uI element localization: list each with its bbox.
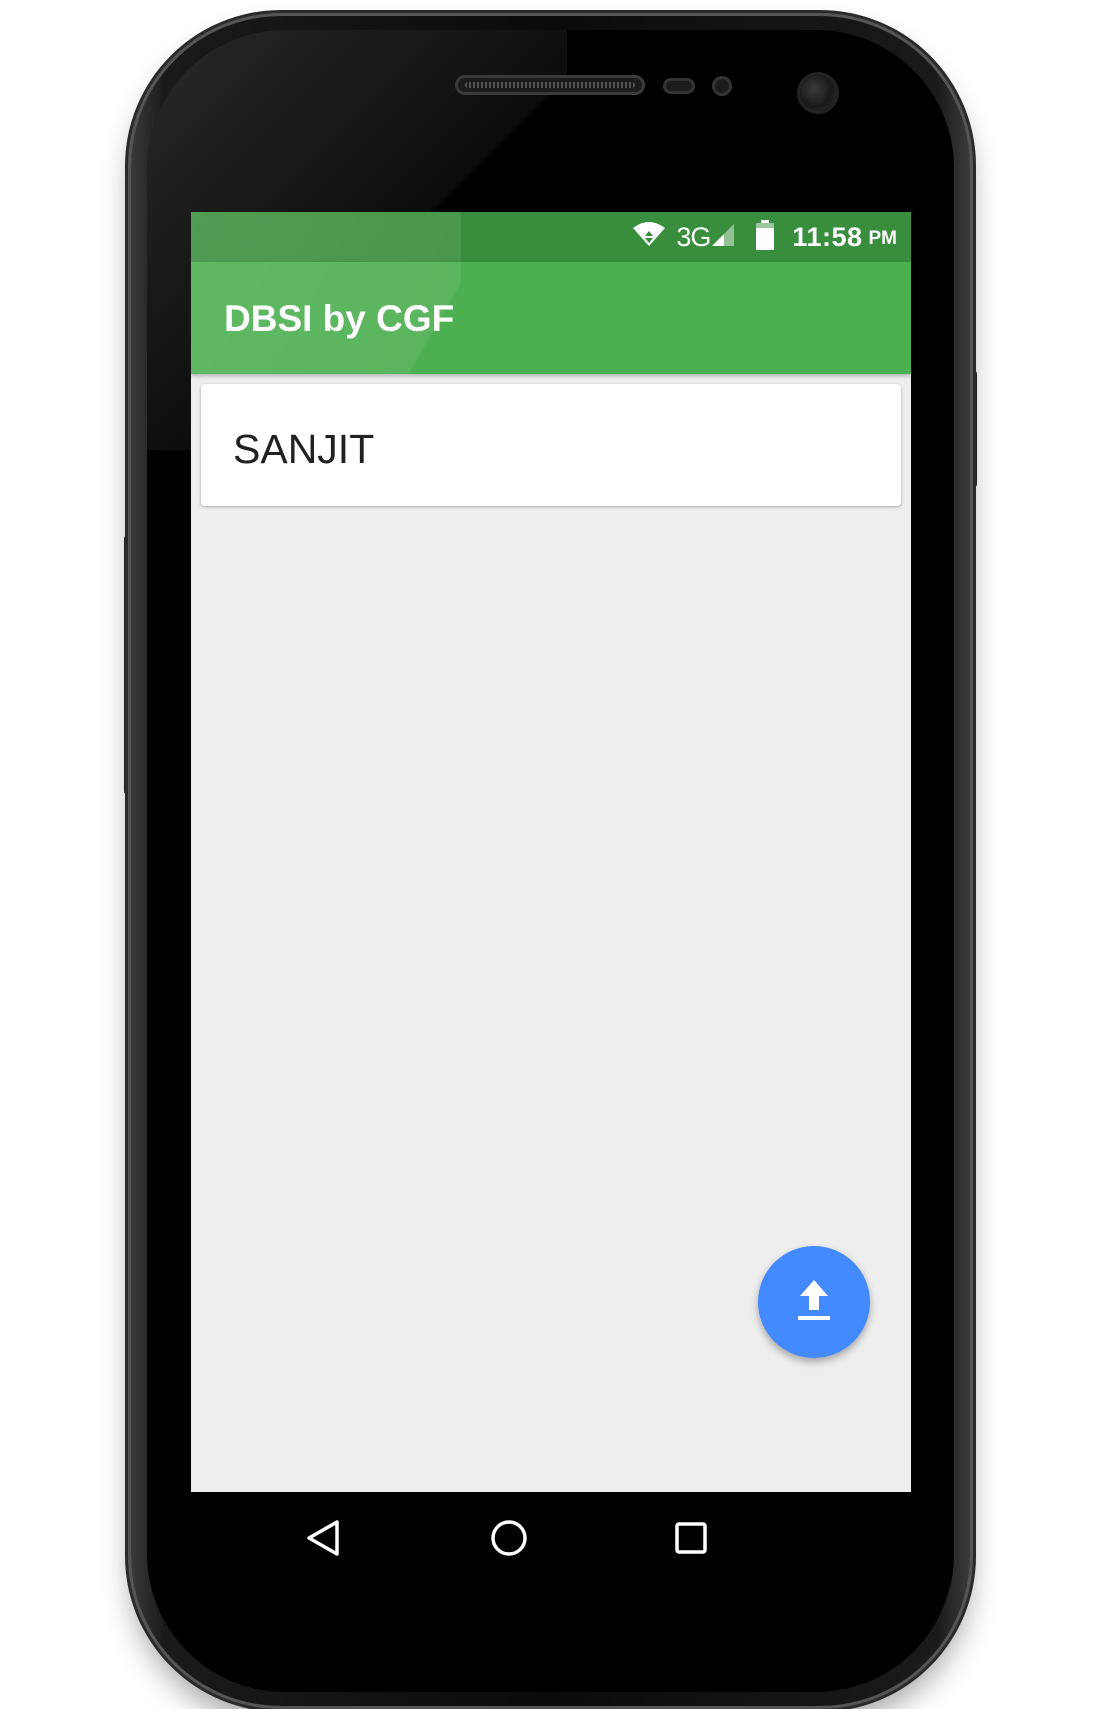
list-item[interactable]: SANJIT	[201, 384, 901, 506]
back-button[interactable]	[301, 1518, 345, 1562]
network-type-label: 3G	[676, 221, 711, 252]
status-ampm: PM	[868, 228, 898, 249]
recents-icon	[673, 1520, 709, 1561]
app-bar: DBSI by CGF	[191, 262, 911, 374]
signal-icon	[710, 222, 736, 253]
screen: 3G 11:58 PM DBSI by CGF SANJIT	[191, 212, 911, 1492]
status-bar: 3G 11:58 PM	[191, 212, 911, 262]
battery-icon	[756, 219, 775, 255]
clock: 11:58 PM	[792, 222, 897, 253]
back-icon	[305, 1518, 341, 1563]
app-title: DBSI by CGF	[224, 298, 455, 339]
home-icon	[489, 1518, 529, 1563]
upload-fab-button[interactable]	[758, 1246, 870, 1358]
front-camera	[800, 75, 836, 111]
device-frame: 3G 11:58 PM DBSI by CGF SANJIT	[0, 0, 1101, 1709]
navigation-bar	[191, 1492, 911, 1587]
home-button[interactable]	[487, 1518, 531, 1562]
upload-icon	[794, 1278, 834, 1327]
recents-button[interactable]	[669, 1518, 713, 1562]
list-item-label: SANJIT	[233, 426, 375, 472]
light-sensor	[712, 76, 732, 96]
status-time: 11:58	[792, 221, 863, 252]
status-icons: 3G 11:58 PM	[632, 212, 897, 262]
proximity-sensor	[663, 78, 695, 94]
earpiece-speaker	[455, 75, 645, 95]
wifi-icon	[632, 221, 666, 253]
